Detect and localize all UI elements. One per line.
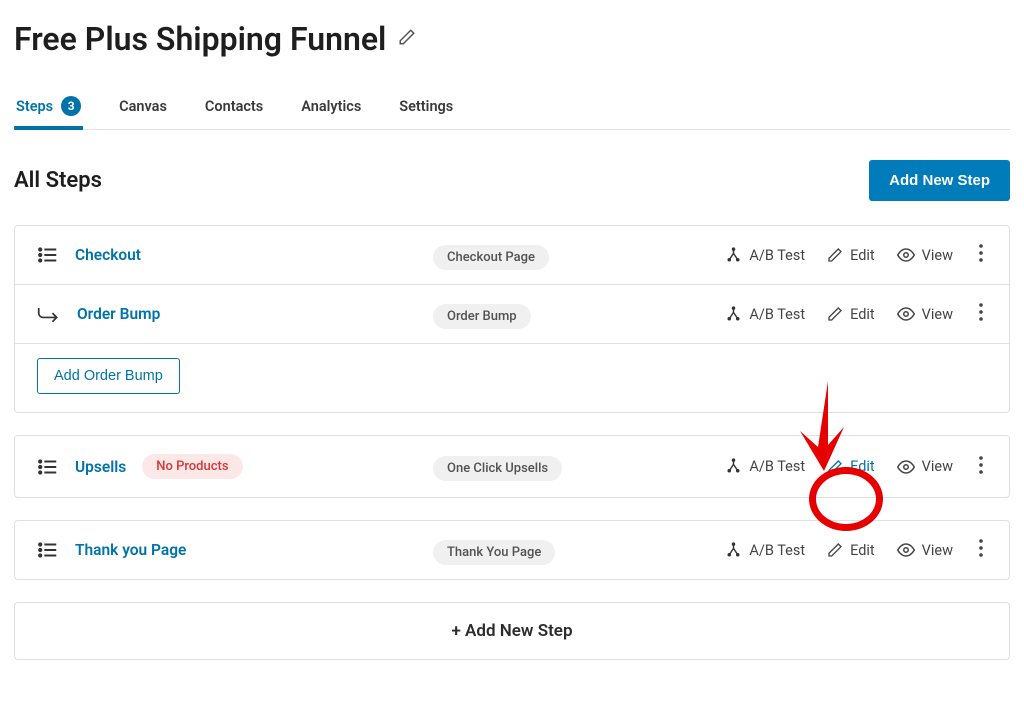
tab-label: Steps: [16, 98, 53, 115]
add-order-bump-button[interactable]: Add Order Bump: [37, 358, 180, 394]
edit-action[interactable]: Edit: [827, 458, 875, 475]
list-icon[interactable]: [37, 456, 59, 478]
edit-action[interactable]: Edit: [827, 542, 875, 559]
more-icon[interactable]: [975, 539, 987, 561]
pencil-icon[interactable]: [398, 28, 416, 50]
more-icon[interactable]: [975, 244, 987, 266]
step-card: Checkout Checkout Page A/B Test Edit Vie…: [14, 225, 1010, 413]
step-card: Thank you Page Thank You Page A/B Test E…: [14, 520, 1010, 580]
step-name-link[interactable]: Order Bump: [77, 305, 160, 323]
page-header: Free Plus Shipping Funnel: [14, 20, 1010, 58]
view-action[interactable]: View: [897, 458, 953, 476]
section-header: All Steps Add New Step: [14, 160, 1010, 201]
tab-contacts[interactable]: Contacts: [203, 84, 265, 130]
step-name-link[interactable]: Checkout: [75, 246, 141, 264]
section-title: All Steps: [14, 168, 102, 193]
step-row-order-bump: Order Bump Order Bump A/B Test Edit View: [15, 284, 1009, 343]
tab-canvas[interactable]: Canvas: [117, 84, 169, 130]
page-title: Free Plus Shipping Funnel: [14, 20, 386, 58]
list-icon[interactable]: [37, 244, 59, 266]
step-type-badge: Thank You Page: [433, 540, 555, 565]
tab-settings[interactable]: Settings: [397, 84, 455, 130]
view-action[interactable]: View: [897, 541, 953, 559]
ab-test-action[interactable]: A/B Test: [725, 458, 805, 475]
list-icon[interactable]: [37, 539, 59, 561]
view-action[interactable]: View: [897, 246, 953, 264]
warn-badge: No Products: [142, 454, 242, 479]
add-new-step-button[interactable]: Add New Step: [869, 160, 1010, 201]
add-new-step-bar[interactable]: + Add New Step: [14, 602, 1010, 660]
ab-test-action[interactable]: A/B Test: [725, 247, 805, 264]
more-icon[interactable]: [975, 303, 987, 325]
tab-badge: 3: [61, 96, 81, 116]
step-type-badge: One Click Upsells: [433, 456, 562, 481]
ab-test-action[interactable]: A/B Test: [725, 542, 805, 559]
step-row-thank-you: Thank you Page Thank You Page A/B Test E…: [15, 521, 1009, 579]
step-type-badge: Checkout Page: [433, 245, 549, 270]
step-type-badge: Order Bump: [433, 304, 531, 329]
edit-action[interactable]: Edit: [827, 306, 875, 323]
view-action[interactable]: View: [897, 305, 953, 323]
step-card: Upsells No Products One Click Upsells A/…: [14, 435, 1010, 498]
more-icon[interactable]: [975, 456, 987, 478]
tab-analytics[interactable]: Analytics: [299, 84, 363, 130]
ab-test-action[interactable]: A/B Test: [725, 306, 805, 323]
step-row-checkout: Checkout Checkout Page A/B Test Edit Vie…: [15, 226, 1009, 284]
redirect-icon[interactable]: [37, 304, 61, 324]
step-row-upsells: Upsells No Products One Click Upsells A/…: [15, 436, 1009, 497]
step-name-link[interactable]: Upsells: [75, 458, 126, 476]
tabs: Steps 3 Canvas Contacts Analytics Settin…: [14, 84, 1010, 130]
edit-action[interactable]: Edit: [827, 247, 875, 264]
step-name-link[interactable]: Thank you Page: [75, 541, 186, 559]
add-order-bump-row: Add Order Bump: [15, 343, 1009, 412]
tab-steps[interactable]: Steps 3: [14, 84, 83, 130]
